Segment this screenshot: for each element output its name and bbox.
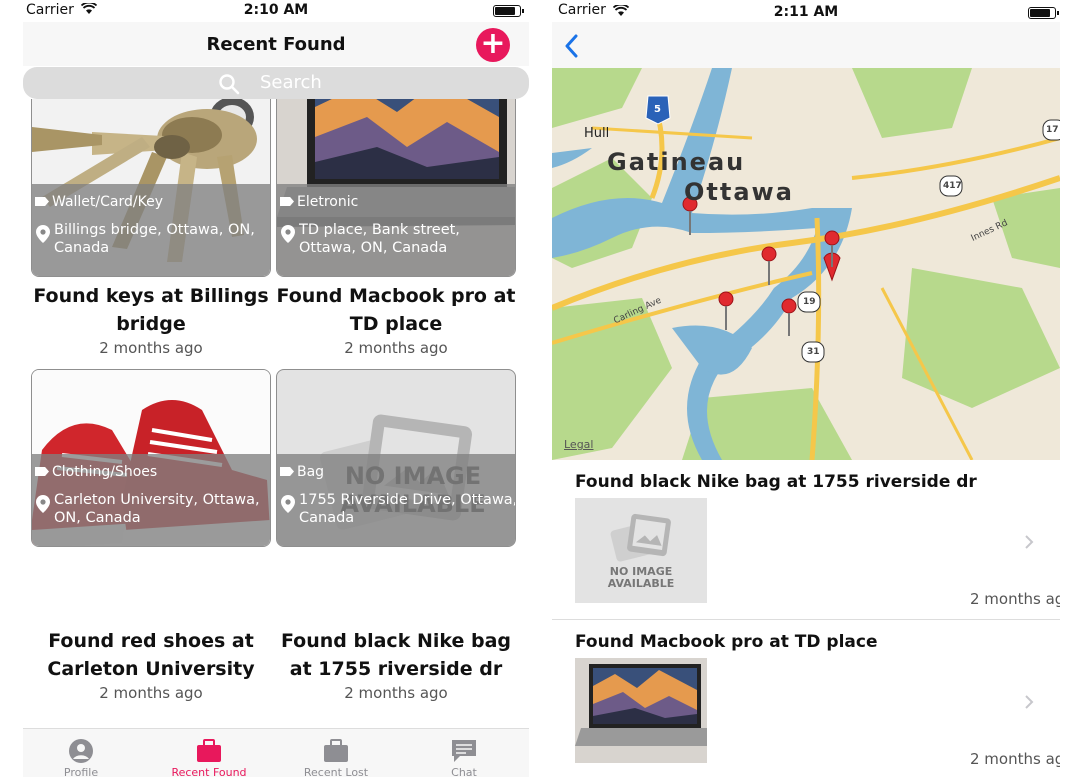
search-input[interactable]: Search	[23, 67, 529, 99]
item-time: 2 months ago	[970, 750, 1060, 768]
no-image-text: NO IMAGE AVAILABLE	[607, 565, 675, 590]
tab-recent-lost[interactable]: Recent Lost	[273, 729, 399, 777]
card-title: Found black Nike bag at 1755 riverside d…	[280, 630, 512, 680]
no-image-placeholder: NO IMAGE AVAILABLE Bag 1755 Riverside Dr…	[276, 369, 516, 547]
page-title: Recent Found	[206, 34, 346, 55]
tag-icon	[280, 467, 294, 476]
card-overlay: Clothing/Shoes Carleton University, Otta…	[32, 454, 270, 546]
card-overlay: Wallet/Card/Key Billings bridge, Ottawa,…	[32, 184, 270, 276]
map-screen: Carrier 2:11 AM Gatineau Ottawa Hull Car…	[552, 0, 1060, 777]
tab-label: Profile	[63, 766, 99, 777]
tab-recent-found[interactable]: Recent Found	[146, 729, 272, 777]
map-label-gatineau: Gatineau	[607, 148, 746, 176]
card-overlay: NO IMAGE AVAILABLE Bag 1755 Riverside Dr…	[277, 454, 515, 546]
location-label: 1755 Riverside Drive, Ottawa, Canada	[299, 492, 515, 526]
card-time: 2 months ago	[99, 684, 203, 702]
laptop-photo	[575, 658, 707, 763]
card-time: 2 months ago	[99, 339, 203, 357]
tab-chat[interactable]: Chat	[401, 729, 527, 777]
nav-bar: Recent Found +	[23, 22, 529, 66]
item-title: Found black Nike bag at 1755 riverside d…	[575, 472, 977, 492]
chevron-right-icon	[1025, 535, 1034, 549]
map-label-hull: Hull	[584, 126, 610, 141]
tab-label: Chat	[451, 766, 477, 777]
search-icon	[219, 74, 240, 95]
tag-icon	[35, 197, 49, 206]
tab-label: Recent Found	[171, 766, 247, 777]
list-item[interactable]: Found Macbook pro at TD place 2 months a…	[552, 620, 1060, 777]
map-label-ottawa: Ottawa	[684, 178, 794, 206]
tag-icon	[280, 197, 294, 206]
briefcase-icon	[324, 739, 348, 762]
briefcase-icon	[197, 739, 221, 762]
red-shoes-photo: Clothing/Shoes Carleton University, Otta…	[31, 369, 271, 547]
status-time: 2:11 AM	[773, 4, 839, 20]
battery-icon	[1028, 7, 1059, 19]
card-time: 2 months ago	[344, 339, 448, 357]
category-tag: Clothing/Shoes	[35, 464, 157, 480]
laptop-photo: Eletronic TD place, Bank street, Ottawa,…	[276, 99, 516, 277]
card-title: Found red shoes at Carleton University	[47, 630, 255, 680]
nav-bar	[552, 22, 1060, 68]
card-title: Found keys at Billings bridge	[33, 285, 269, 335]
search-placeholder: Search	[260, 72, 322, 93]
location-pin-icon	[36, 495, 50, 513]
location-pin-icon	[281, 225, 295, 243]
card-overlay: Eletronic TD place, Bank street, Ottawa,…	[277, 184, 515, 276]
status-bar: Carrier 2:11 AM	[552, 0, 1060, 22]
tab-profile[interactable]: Profile	[23, 729, 144, 777]
route-shield-19: 19	[803, 297, 816, 307]
tab-bar: Profile Recent Found Recent Lost Chat	[23, 728, 529, 777]
tab-label: Recent Lost	[303, 766, 369, 777]
status-bar: Carrier 2:10 AM	[23, 0, 529, 22]
legal-link[interactable]: Legal	[564, 438, 593, 451]
category-tag: Eletronic	[280, 194, 358, 210]
category-tag: Bag	[280, 464, 324, 480]
location-label: TD place, Bank street, Ottawa, ON, Canad…	[299, 222, 460, 256]
item-time: 2 months ago	[970, 590, 1060, 608]
chevron-right-icon	[1025, 695, 1034, 709]
found-items-grid: Wallet/Card/Key Billings bridge, Ottawa,…	[23, 99, 529, 725]
tag-icon	[35, 467, 49, 476]
category-label: Clothing/Shoes	[52, 464, 158, 480]
route-shield-17: 17	[1046, 125, 1059, 135]
location-pin-icon	[281, 495, 295, 513]
no-image-placeholder: NO IMAGE AVAILABLE	[575, 498, 707, 603]
location-label: Carleton University, Ottawa, ON, Canada	[54, 492, 260, 526]
category-label: Eletronic	[297, 194, 359, 210]
status-time: 2:10 AM	[243, 2, 309, 18]
recent-found-screen: Carrier 2:10 AM Recent Found + Search Wa…	[23, 0, 529, 777]
route-shield-31: 31	[807, 347, 820, 357]
back-chevron-icon[interactable]	[564, 34, 578, 58]
location-label: Billings bridge, Ottawa, ON, Canada	[54, 222, 255, 256]
category-label: Bag	[297, 464, 325, 480]
battery-icon	[493, 5, 524, 17]
chat-icon	[452, 740, 476, 762]
card-time: 2 months ago	[344, 684, 448, 702]
location-pin-icon	[36, 225, 50, 243]
category-tag: Wallet/Card/Key	[35, 194, 163, 210]
item-title: Found Macbook pro at TD place	[575, 632, 878, 652]
category-label: Wallet/Card/Key	[52, 194, 163, 210]
route-shield-417: 417	[943, 181, 962, 191]
route-shield-5: 5	[654, 104, 661, 115]
keys-photo: Wallet/Card/Key Billings bridge, Ottawa,…	[31, 99, 271, 277]
card-title: Found Macbook pro at TD place	[276, 285, 516, 335]
profile-icon	[69, 739, 93, 763]
map-view[interactable]: Gatineau Ottawa Hull Carling Ave Innes R…	[552, 68, 1060, 460]
list-item[interactable]: Found black Nike bag at 1755 riverside d…	[552, 460, 1060, 620]
add-button[interactable]: +	[476, 28, 510, 62]
